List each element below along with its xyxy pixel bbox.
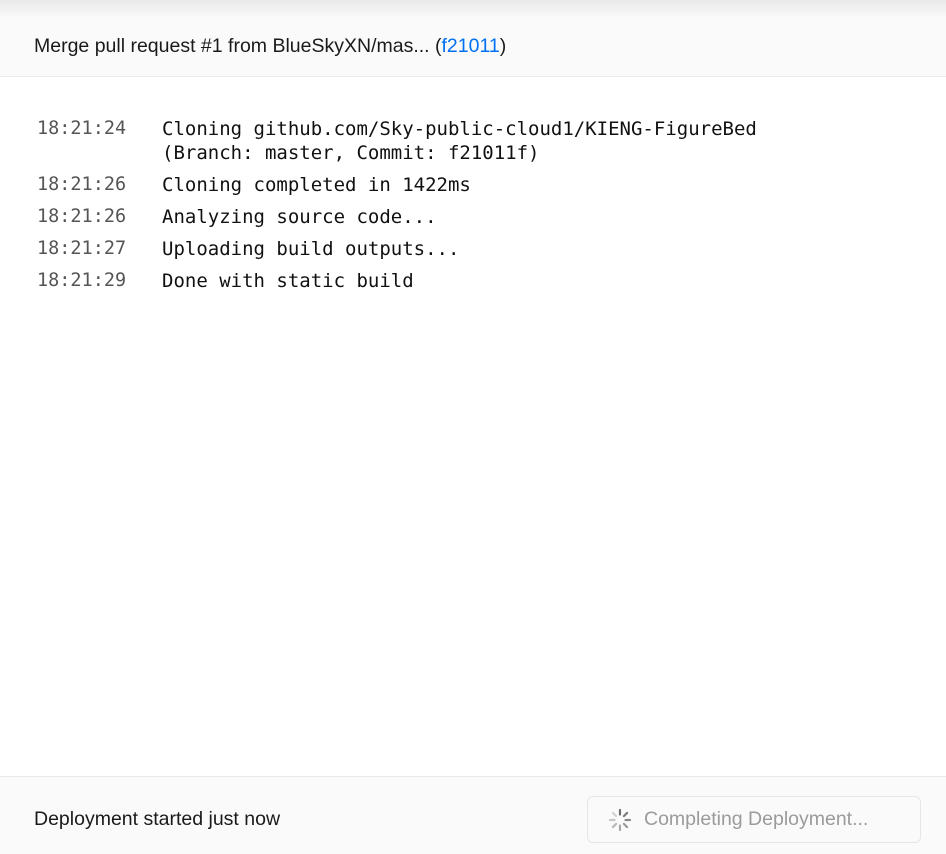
build-log: 18:21:24 Cloning github.com/Sky-public-c…	[0, 117, 946, 301]
deployment-footer: Deployment started just now Completing D…	[0, 776, 946, 854]
spinner-icon	[608, 808, 632, 831]
log-row: 18:21:27 Uploading build outputs...	[0, 237, 946, 261]
log-message: Done with static build	[162, 270, 414, 292]
commit-hash-link[interactable]: f21011	[442, 35, 500, 58]
deployment-header: Merge pull request #1 from BlueSkyXN/mas…	[0, 16, 946, 77]
log-row: 18:21:24 Cloning github.com/Sky-public-c…	[0, 117, 946, 165]
top-shadow	[0, 0, 946, 16]
log-message: Cloning github.com/Sky-public-cloud1/KIE…	[162, 118, 757, 164]
log-message: Analyzing source code...	[162, 206, 437, 228]
completing-deployment-label: Completing Deployment...	[644, 808, 869, 830]
log-timestamp: 18:21:26	[37, 174, 127, 195]
completing-deployment-button[interactable]: Completing Deployment...	[587, 796, 921, 843]
log-row: 18:21:29 Done with static build	[0, 269, 946, 293]
log-message: Cloning completed in 1422ms	[162, 174, 471, 196]
log-row: 18:21:26 Analyzing source code...	[0, 205, 946, 229]
log-row: 18:21:26 Cloning completed in 1422ms	[0, 173, 946, 197]
log-timestamp: 18:21:27	[37, 238, 127, 259]
log-timestamp: 18:21:24	[37, 118, 127, 139]
log-timestamp: 18:21:29	[37, 270, 127, 291]
commit-message: Merge pull request #1 from BlueSkyXN/mas…	[34, 34, 442, 57]
commit-close-paren: )	[499, 34, 507, 57]
deployment-status: Deployment started just now	[34, 808, 281, 830]
log-message: Uploading build outputs...	[162, 238, 460, 260]
log-timestamp: 18:21:26	[37, 206, 127, 227]
